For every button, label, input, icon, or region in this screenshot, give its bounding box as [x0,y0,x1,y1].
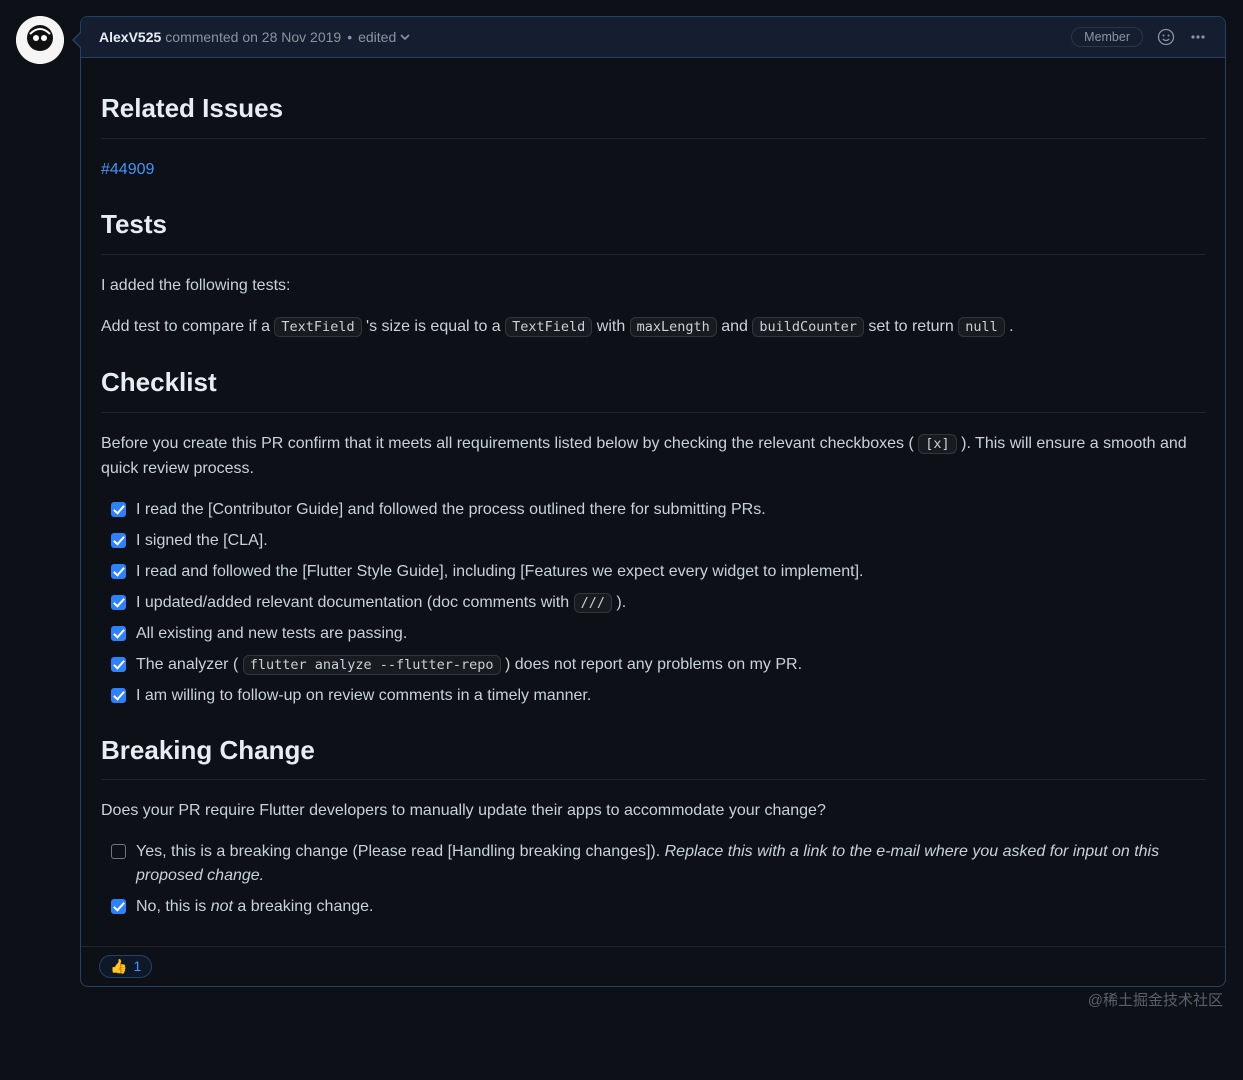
comment-header: AlexV525 commented on 28 Nov 2019 • edit… [81,17,1225,58]
task-text: I signed the [CLA]. [136,529,1205,553]
checkbox[interactable] [111,844,126,859]
inline-code: buildCounter [752,317,864,337]
task-text: I read the [Contributor Guide] and follo… [136,498,1205,522]
heading-related-issues: Related Issues [101,88,1205,139]
list-item: I updated/added relevant documentation (… [111,591,1205,615]
timestamp[interactable]: on 28 Nov 2019 [242,29,341,45]
commented-label: commented [165,29,238,45]
list-item: I read the [Contributor Guide] and follo… [111,498,1205,522]
list-item: I am willing to follow-up on review comm… [111,684,1205,708]
reactions-bar: 👍 1 [81,946,1225,986]
edited-dropdown[interactable]: edited [358,29,410,45]
task-text: I read and followed the [Flutter Style G… [136,560,1205,584]
task-text: The analyzer ( flutter analyze --flutter… [136,653,1205,677]
role-badge: Member [1071,27,1143,47]
avatar[interactable] [16,16,64,64]
inline-code: TextField [274,317,361,337]
reaction-count: 1 [133,958,141,974]
list-item: All existing and new tests are passing. [111,622,1205,646]
task-text: All existing and new tests are passing. [136,622,1205,646]
thumbs-up-icon: 👍 [110,958,127,975]
watermark: @稀土掘金技术社区 [1088,989,1223,1010]
checkbox[interactable] [111,564,126,579]
checklist: I read the [Contributor Guide] and follo… [111,498,1205,708]
task-text: I am willing to follow-up on review comm… [136,684,1205,708]
breaking-change-list: Yes, this is a breaking change (Please r… [111,840,1205,919]
checkbox[interactable] [111,657,126,672]
checklist-intro: Before you create this PR confirm that i… [101,431,1205,482]
checkbox[interactable] [111,626,126,641]
tests-intro: I added the following tests: [101,273,1205,299]
comment-body: Related Issues #44909 Tests I added the … [81,58,1225,946]
caret-down-icon [400,34,410,40]
inline-code: null [958,317,1005,337]
checkbox[interactable] [111,595,126,610]
breaking-intro: Does your PR require Flutter developers … [101,798,1205,824]
heading-tests: Tests [101,204,1205,255]
list-item: I read and followed the [Flutter Style G… [111,560,1205,584]
task-text: I updated/added relevant documentation (… [136,591,1205,615]
checkbox[interactable] [111,688,126,703]
author-link[interactable]: AlexV525 [99,29,161,45]
inline-code: [x] [918,434,956,454]
list-item: The analyzer ( flutter analyze --flutter… [111,653,1205,677]
inline-code: /// [574,593,612,613]
inline-code: TextField [505,317,592,337]
checkbox[interactable] [111,502,126,517]
list-item: No, this is not a breaking change. [111,895,1205,919]
emoji-icon[interactable] [1157,28,1175,46]
inline-code: flutter analyze --flutter-repo [243,655,501,675]
reaction-thumbs-up[interactable]: 👍 1 [99,955,152,978]
issue-link[interactable]: #44909 [101,161,154,178]
list-item: Yes, this is a breaking change (Please r… [111,840,1205,888]
separator-dot: • [347,29,352,45]
kebab-icon[interactable] [1189,28,1207,46]
tests-description: Add test to compare if a TextField 's si… [101,314,1205,340]
heading-checklist: Checklist [101,362,1205,413]
inline-code: maxLength [630,317,717,337]
heading-breaking-change: Breaking Change [101,730,1205,781]
list-item: I signed the [CLA]. [111,529,1205,553]
checkbox[interactable] [111,899,126,914]
checkbox[interactable] [111,533,126,548]
comment-box: AlexV525 commented on 28 Nov 2019 • edit… [80,16,1226,987]
